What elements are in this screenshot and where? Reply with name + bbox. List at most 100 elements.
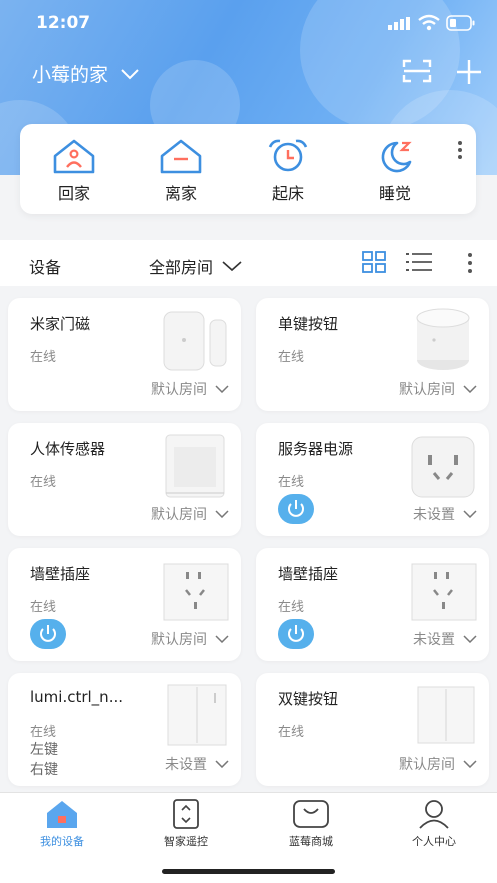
tab-label: 蓝莓商城 <box>289 835 333 848</box>
shop-bag-icon <box>293 800 329 828</box>
room-selector[interactable]: 默认房间 <box>151 629 229 649</box>
grid-view-icon[interactable] <box>362 251 386 273</box>
wall-switch-image <box>417 686 475 744</box>
person-icon <box>419 800 449 829</box>
add-icon[interactable] <box>456 59 482 85</box>
scene-label: 回家 <box>57 184 90 203</box>
power-icon <box>288 625 304 642</box>
room-selector[interactable]: 默认房间 <box>399 754 477 774</box>
device-status: 在线 <box>30 600 57 615</box>
device-card[interactable]: 单键按钮 在线 默认房间 <box>256 298 489 411</box>
scene-wake[interactable]: 起床 <box>248 138 328 204</box>
room-name: 未设置 <box>413 632 455 648</box>
home-selector[interactable]: 小莓的家 <box>32 60 140 87</box>
scene-leave[interactable]: 离家 <box>141 138 221 204</box>
room-name: 未设置 <box>165 757 207 773</box>
power-button[interactable] <box>278 619 314 649</box>
chevron-down-icon <box>463 635 477 643</box>
device-status: 在线 <box>278 350 305 365</box>
device-card[interactable]: lumi.ctrl_n... 在线 左键 右键 未设置 <box>8 673 241 786</box>
status-time: 12:07 <box>36 13 91 33</box>
list-view-icon[interactable] <box>406 251 432 273</box>
power-icon <box>288 500 304 517</box>
device-card[interactable]: 米家门磁 在线 默认房间 <box>8 298 241 411</box>
chevron-down-icon <box>215 385 229 393</box>
power-button[interactable] <box>278 494 314 524</box>
device-name: 墙壁插座 <box>30 565 91 583</box>
channel-left: 左键 <box>30 742 58 758</box>
room-selector[interactable]: 未设置 <box>413 504 477 524</box>
chevron-down-icon <box>463 385 477 393</box>
device-name: 服务器电源 <box>278 440 354 458</box>
room-filter[interactable]: 全部房间 <box>149 254 243 278</box>
room-name: 默认房间 <box>151 507 207 523</box>
room-name: 默认房间 <box>151 382 207 398</box>
motion-sensor-image <box>165 434 225 498</box>
room-selector[interactable]: 默认房间 <box>151 379 229 399</box>
device-name: 人体传感器 <box>30 440 106 458</box>
room-name: 默认房间 <box>151 632 207 648</box>
device-card[interactable]: 服务器电源 在线 未设置 <box>256 423 489 536</box>
room-name: 未设置 <box>413 507 455 523</box>
scene-label: 离家 <box>164 184 197 203</box>
device-status: 在线 <box>30 475 57 490</box>
device-name: 单键按钮 <box>278 315 339 333</box>
power-icon <box>40 625 56 642</box>
scene-home[interactable]: 回家 <box>34 138 114 204</box>
tab-my-devices[interactable]: 我的设备 <box>2 799 122 849</box>
scene-sleep[interactable]: 睡觉 <box>355 138 435 204</box>
home-person-icon <box>53 139 95 174</box>
scan-icon[interactable] <box>402 59 432 83</box>
chevron-down-icon <box>463 510 477 518</box>
room-selector[interactable]: 未设置 <box>165 754 229 774</box>
device-status: 在线 <box>30 350 57 365</box>
wall-socket-image <box>411 563 477 621</box>
wifi-icon <box>418 14 440 31</box>
tab-remote[interactable]: 智家遥控 <box>126 799 246 849</box>
room-name: 默认房间 <box>399 382 455 398</box>
room-selector[interactable]: 默认房间 <box>151 504 229 524</box>
device-status: 在线 <box>30 725 57 740</box>
device-status: 在线 <box>278 475 305 490</box>
smart-plug-image <box>411 436 475 498</box>
device-card[interactable]: 墙壁插座 在线 未设置 <box>256 548 489 661</box>
device-toolbar: 设备 全部房间 <box>0 240 497 286</box>
room-selector[interactable]: 未设置 <box>413 629 477 649</box>
tab-label: 我的设备 <box>40 835 84 848</box>
tab-label: 智家遥控 <box>164 835 208 848</box>
wireless-button-image <box>416 308 470 370</box>
remote-icon <box>173 799 199 829</box>
chevron-down-icon <box>222 261 242 272</box>
device-status: 在线 <box>278 725 305 740</box>
chevron-down-icon <box>463 760 477 768</box>
tab-label: 个人中心 <box>412 835 456 848</box>
device-card[interactable]: 墙壁插座 在线 默认房间 <box>8 548 241 661</box>
more-vertical-icon[interactable] <box>456 140 464 160</box>
chevron-down-icon <box>121 68 139 79</box>
devices-label: 设备 <box>29 258 62 277</box>
device-card[interactable]: 人体传感器 在线 默认房间 <box>8 423 241 536</box>
status-bar: 12:07 <box>0 0 497 50</box>
door-sensor-image <box>163 311 227 371</box>
channel-right: 右键 <box>30 762 58 778</box>
more-vertical-icon[interactable] <box>466 252 474 274</box>
room-selector[interactable]: 默认房间 <box>399 379 477 399</box>
wall-switch-image <box>167 684 227 746</box>
device-name: 墙壁插座 <box>278 565 339 583</box>
home-name: 小莓的家 <box>32 64 109 86</box>
device-name: 双键按钮 <box>278 690 339 708</box>
scene-label: 起床 <box>271 184 304 203</box>
wall-socket-image <box>163 563 229 621</box>
power-button[interactable] <box>30 619 66 649</box>
chevron-down-icon <box>215 510 229 518</box>
home-leave-icon <box>160 139 202 174</box>
chevron-down-icon <box>215 635 229 643</box>
signal-icon <box>388 17 410 30</box>
battery-icon <box>446 15 475 31</box>
alarm-clock-icon <box>268 139 308 172</box>
device-name: 米家门磁 <box>30 315 91 333</box>
device-card[interactable]: 双键按钮 在线 默认房间 <box>256 673 489 786</box>
tab-shop[interactable]: 蓝莓商城 <box>251 799 371 849</box>
home-icon <box>47 801 77 828</box>
tab-profile[interactable]: 个人中心 <box>374 799 494 849</box>
